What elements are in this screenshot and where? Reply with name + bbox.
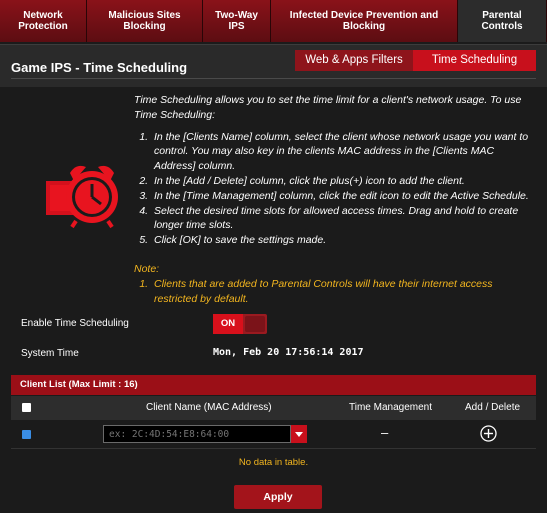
column-add-delete: Add / Delete: [465, 402, 521, 413]
client-list-header: Client List (Max Limit : 16): [11, 375, 536, 395]
subtab-web-apps-filters[interactable]: Web & Apps Filters: [295, 50, 413, 71]
page-title: Game IPS - Time Scheduling: [11, 60, 188, 75]
tab-malicious-sites-blocking[interactable]: Malicious Sites Blocking: [87, 0, 203, 42]
alarm-clock-icon: [46, 165, 118, 229]
note: Note: Clients that are added to Parental…: [134, 262, 534, 306]
toggle-on-label: ON: [213, 314, 243, 334]
step-item: In the [Add / Delete] column, click the …: [151, 174, 534, 189]
tab-infected-device-prevention[interactable]: Infected Device Prevention and Blocking: [271, 0, 458, 42]
step-item: In the [Clients Name] column, select the…: [151, 130, 534, 174]
apply-button[interactable]: Apply: [234, 485, 322, 509]
header-divider: [11, 78, 536, 79]
tab-network-protection[interactable]: Network Protection: [0, 0, 87, 42]
tab-two-way-ips[interactable]: Two-Way IPS: [203, 0, 271, 42]
description-steps: In the [Clients Name] column, select the…: [134, 130, 534, 248]
page: Network Protection Malicious Sites Block…: [0, 0, 547, 513]
tab-parental-controls[interactable]: Parental Controls: [458, 0, 547, 42]
select-all-checkbox[interactable]: [22, 403, 31, 412]
column-time-management: Time Management: [349, 402, 432, 413]
step-item: In the [Time Management] column, click t…: [151, 189, 534, 204]
client-list-columns: Client Name (MAC Address) Time Managemen…: [11, 396, 536, 420]
step-item: Select the desired time slots for allowe…: [151, 204, 534, 234]
client-dropdown-button[interactable]: [291, 425, 307, 443]
enable-time-scheduling-label: Enable Time Scheduling: [21, 318, 129, 329]
note-item: Clients that are added to Parental Contr…: [151, 277, 534, 307]
description: Time Scheduling allows you to set the ti…: [134, 93, 534, 248]
step-item: Click [OK] to save the settings made.: [151, 233, 534, 248]
section-header: Game IPS - Time Scheduling Web & Apps Fi…: [0, 44, 547, 87]
client-enable-checkbox[interactable]: [22, 430, 31, 439]
time-management-placeholder: –: [381, 425, 389, 440]
enable-time-scheduling-toggle[interactable]: ON: [213, 314, 267, 334]
add-client-plus-icon[interactable]: [480, 425, 497, 442]
system-time-label: System Time: [21, 348, 79, 359]
toggle-knob: [245, 316, 265, 332]
top-tab-bar: Network Protection Malicious Sites Block…: [0, 0, 547, 42]
column-client-name: Client Name (MAC Address): [146, 402, 272, 413]
client-mac-input[interactable]: [103, 425, 291, 443]
note-list: Clients that are added to Parental Contr…: [134, 277, 534, 307]
note-heading: Note:: [134, 263, 160, 275]
description-intro: Time Scheduling allows you to set the ti…: [134, 94, 522, 121]
subtab-time-scheduling[interactable]: Time Scheduling: [413, 50, 536, 71]
empty-table-message: No data in table.: [238, 457, 309, 468]
system-time-value: Mon, Feb 20 17:56:14 2017: [213, 347, 364, 358]
